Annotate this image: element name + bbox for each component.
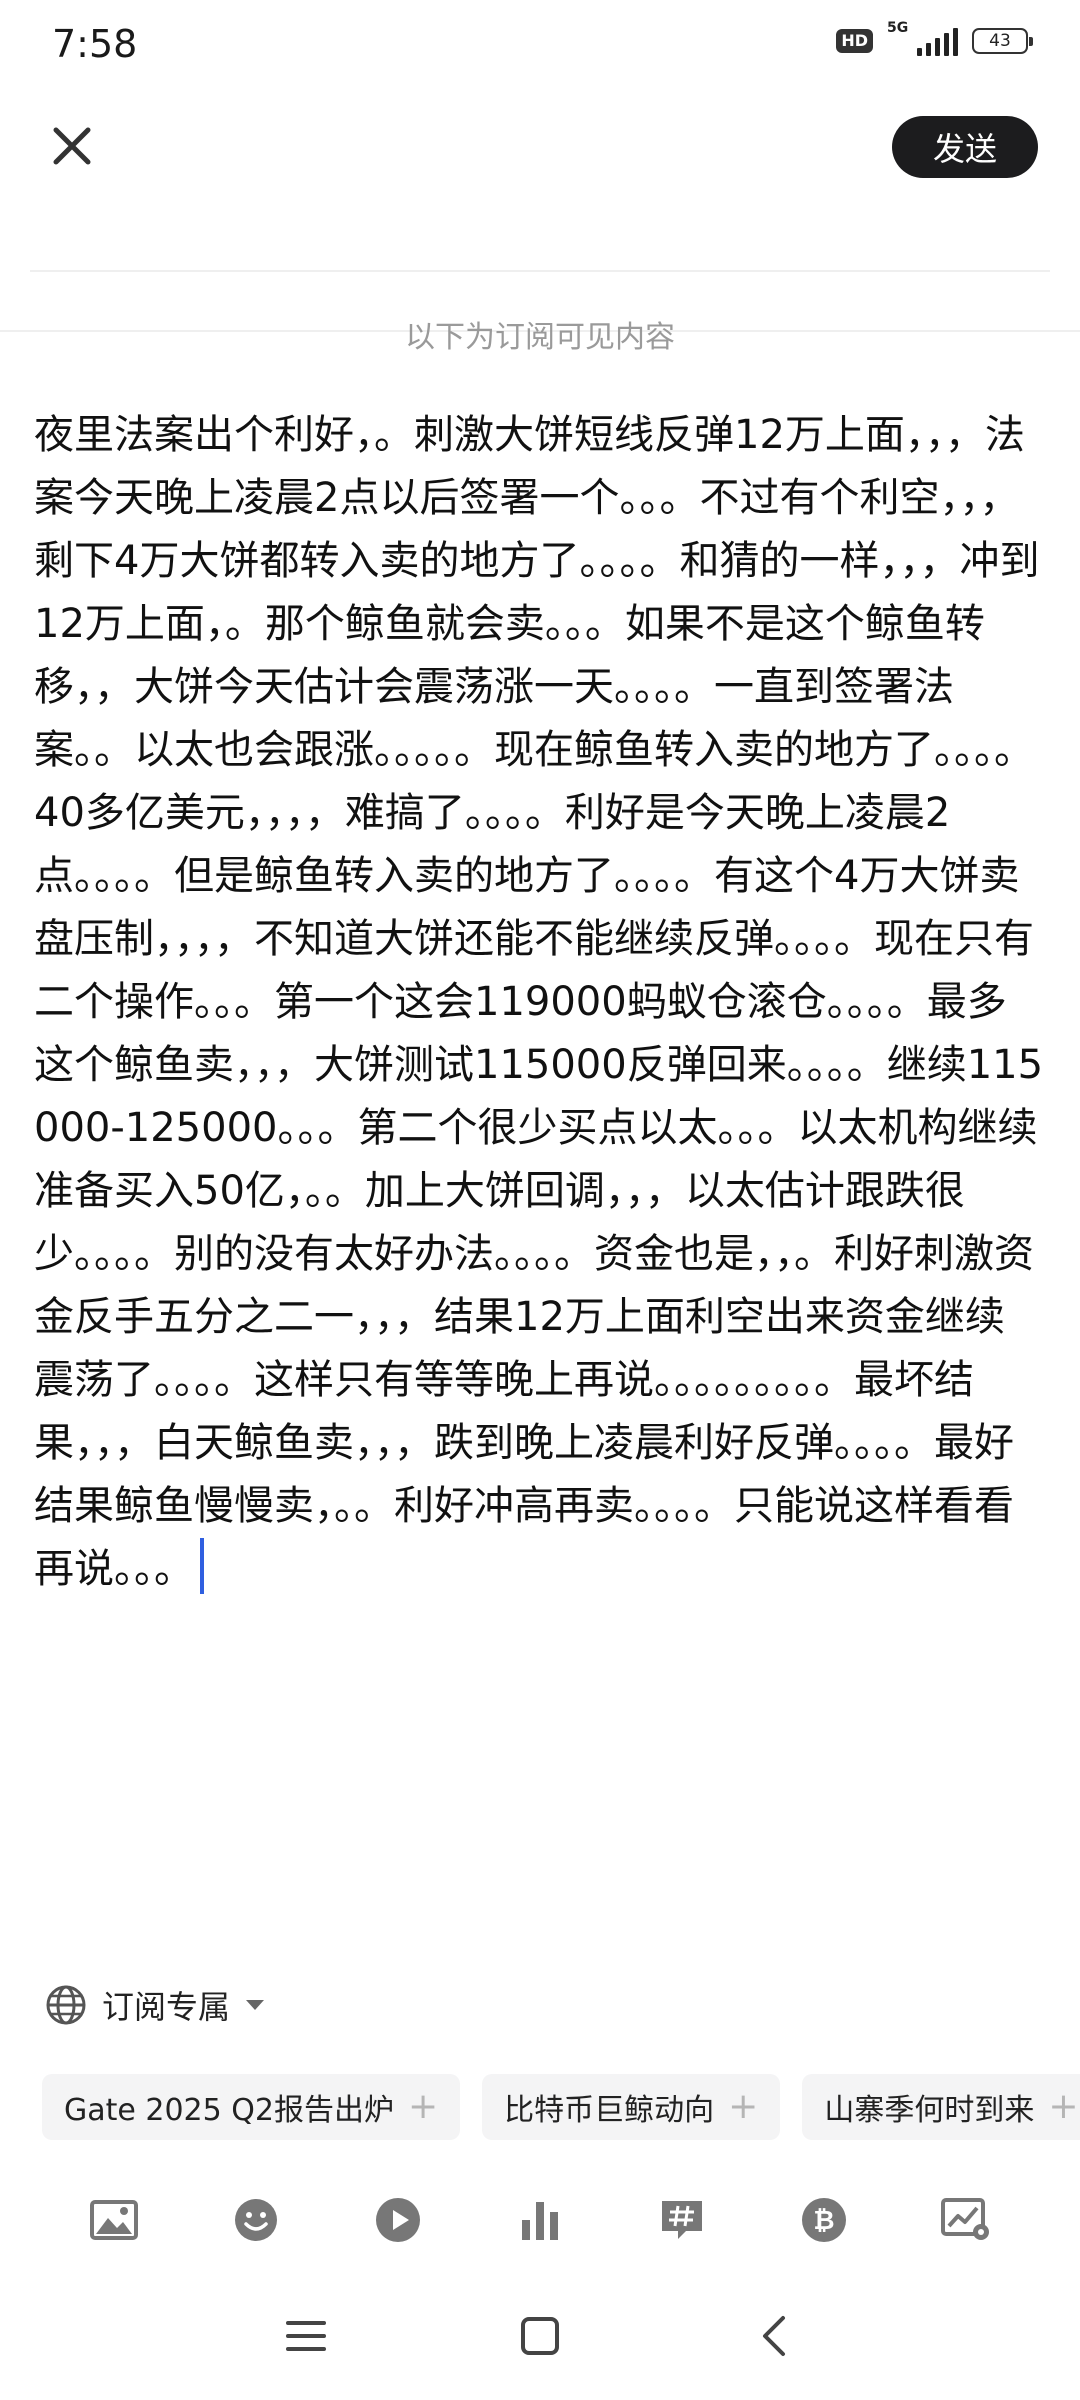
insert-video-button[interactable]: [356, 2178, 440, 2262]
text-cursor: [200, 1538, 204, 1594]
battery-icon: 43: [972, 28, 1033, 54]
post-body-editor[interactable]: 夜里法案出个利好，。刺激大饼短线反弹12万上面，，，法案今天晚上凌晨2点以后签署…: [34, 404, 1044, 1601]
send-button[interactable]: 发送: [892, 116, 1038, 178]
status-icons: HD 5G 43: [836, 20, 1033, 56]
signal-icon: 5G: [887, 20, 958, 56]
svg-text:₿: ₿: [813, 2206, 834, 2236]
visibility-selector[interactable]: 订阅专属: [44, 1982, 266, 2028]
home-icon: [521, 2317, 559, 2355]
insert-market-button[interactable]: [924, 2178, 1008, 2262]
video-play-icon: [376, 2198, 420, 2242]
hashtag-icon: [662, 2201, 702, 2239]
subscriber-only-hint: 以下为订阅可见内容: [405, 320, 675, 355]
trend-chart-icon: [941, 2198, 989, 2240]
topic-chip[interactable]: 比特币巨鲸动向 +: [482, 2074, 781, 2140]
insert-topic-button[interactable]: [640, 2178, 724, 2262]
topic-chip-label: 山寨季何时到来: [824, 2093, 1035, 2128]
topic-suggestions: Gate 2025 Q2报告出炉 + 比特币巨鲸动向 + 山寨季何时到来 +: [42, 2074, 1080, 2140]
close-icon: [53, 127, 91, 165]
post-body-text: 夜里法案出个利好，。刺激大饼短线反弹12万上面，，，法案今天晚上凌晨2点以后签署…: [34, 412, 1044, 1592]
plus-icon: +: [728, 2086, 759, 2127]
hd-badge: HD: [836, 29, 873, 53]
plus-icon: +: [1048, 2086, 1079, 2127]
menu-icon: [286, 2321, 326, 2351]
battery-level: 43: [989, 31, 1011, 51]
recent-apps-button[interactable]: [276, 2306, 336, 2366]
image-icon: [90, 2200, 138, 2240]
emoji-icon: [235, 2199, 277, 2241]
network-type: 5G: [887, 20, 909, 36]
topic-chip-label: Gate 2025 Q2报告出炉: [64, 2093, 394, 2128]
insert-coin-button[interactable]: ₿: [782, 2178, 866, 2262]
back-button[interactable]: [744, 2306, 804, 2366]
compose-toolbar: ₿: [0, 2178, 1080, 2262]
status-time: 7:58: [52, 22, 138, 66]
bar-chart-icon: [522, 2202, 558, 2240]
insert-chart-button[interactable]: [498, 2178, 582, 2262]
status-bar: 7:58 HD 5G 43: [0, 0, 1080, 90]
plus-icon: +: [407, 2086, 439, 2127]
home-button[interactable]: [510, 2306, 570, 2366]
topic-chip[interactable]: 山寨季何时到来 +: [802, 2074, 1080, 2140]
topic-chip-label: 比特币巨鲸动向: [504, 2093, 715, 2128]
topic-chip[interactable]: Gate 2025 Q2报告出炉 +: [42, 2074, 461, 2140]
caret-down-icon: [246, 2000, 265, 2010]
close-button[interactable]: [44, 118, 100, 174]
insert-image-button[interactable]: [72, 2178, 156, 2262]
system-nav-bar: [0, 2296, 1080, 2376]
bitcoin-icon: ₿: [802, 2198, 846, 2242]
insert-emoji-button[interactable]: [214, 2178, 298, 2262]
post-editor-screen: 7:58 HD 5G 43 发送 以下为订阅可见内容 夜里法案出个利好，。刺激大: [0, 0, 1080, 2400]
visibility-label: 订阅专属: [102, 1988, 231, 2026]
header-divider: [30, 270, 1050, 272]
back-icon: [763, 2316, 785, 2356]
globe-icon: [46, 1985, 86, 2025]
